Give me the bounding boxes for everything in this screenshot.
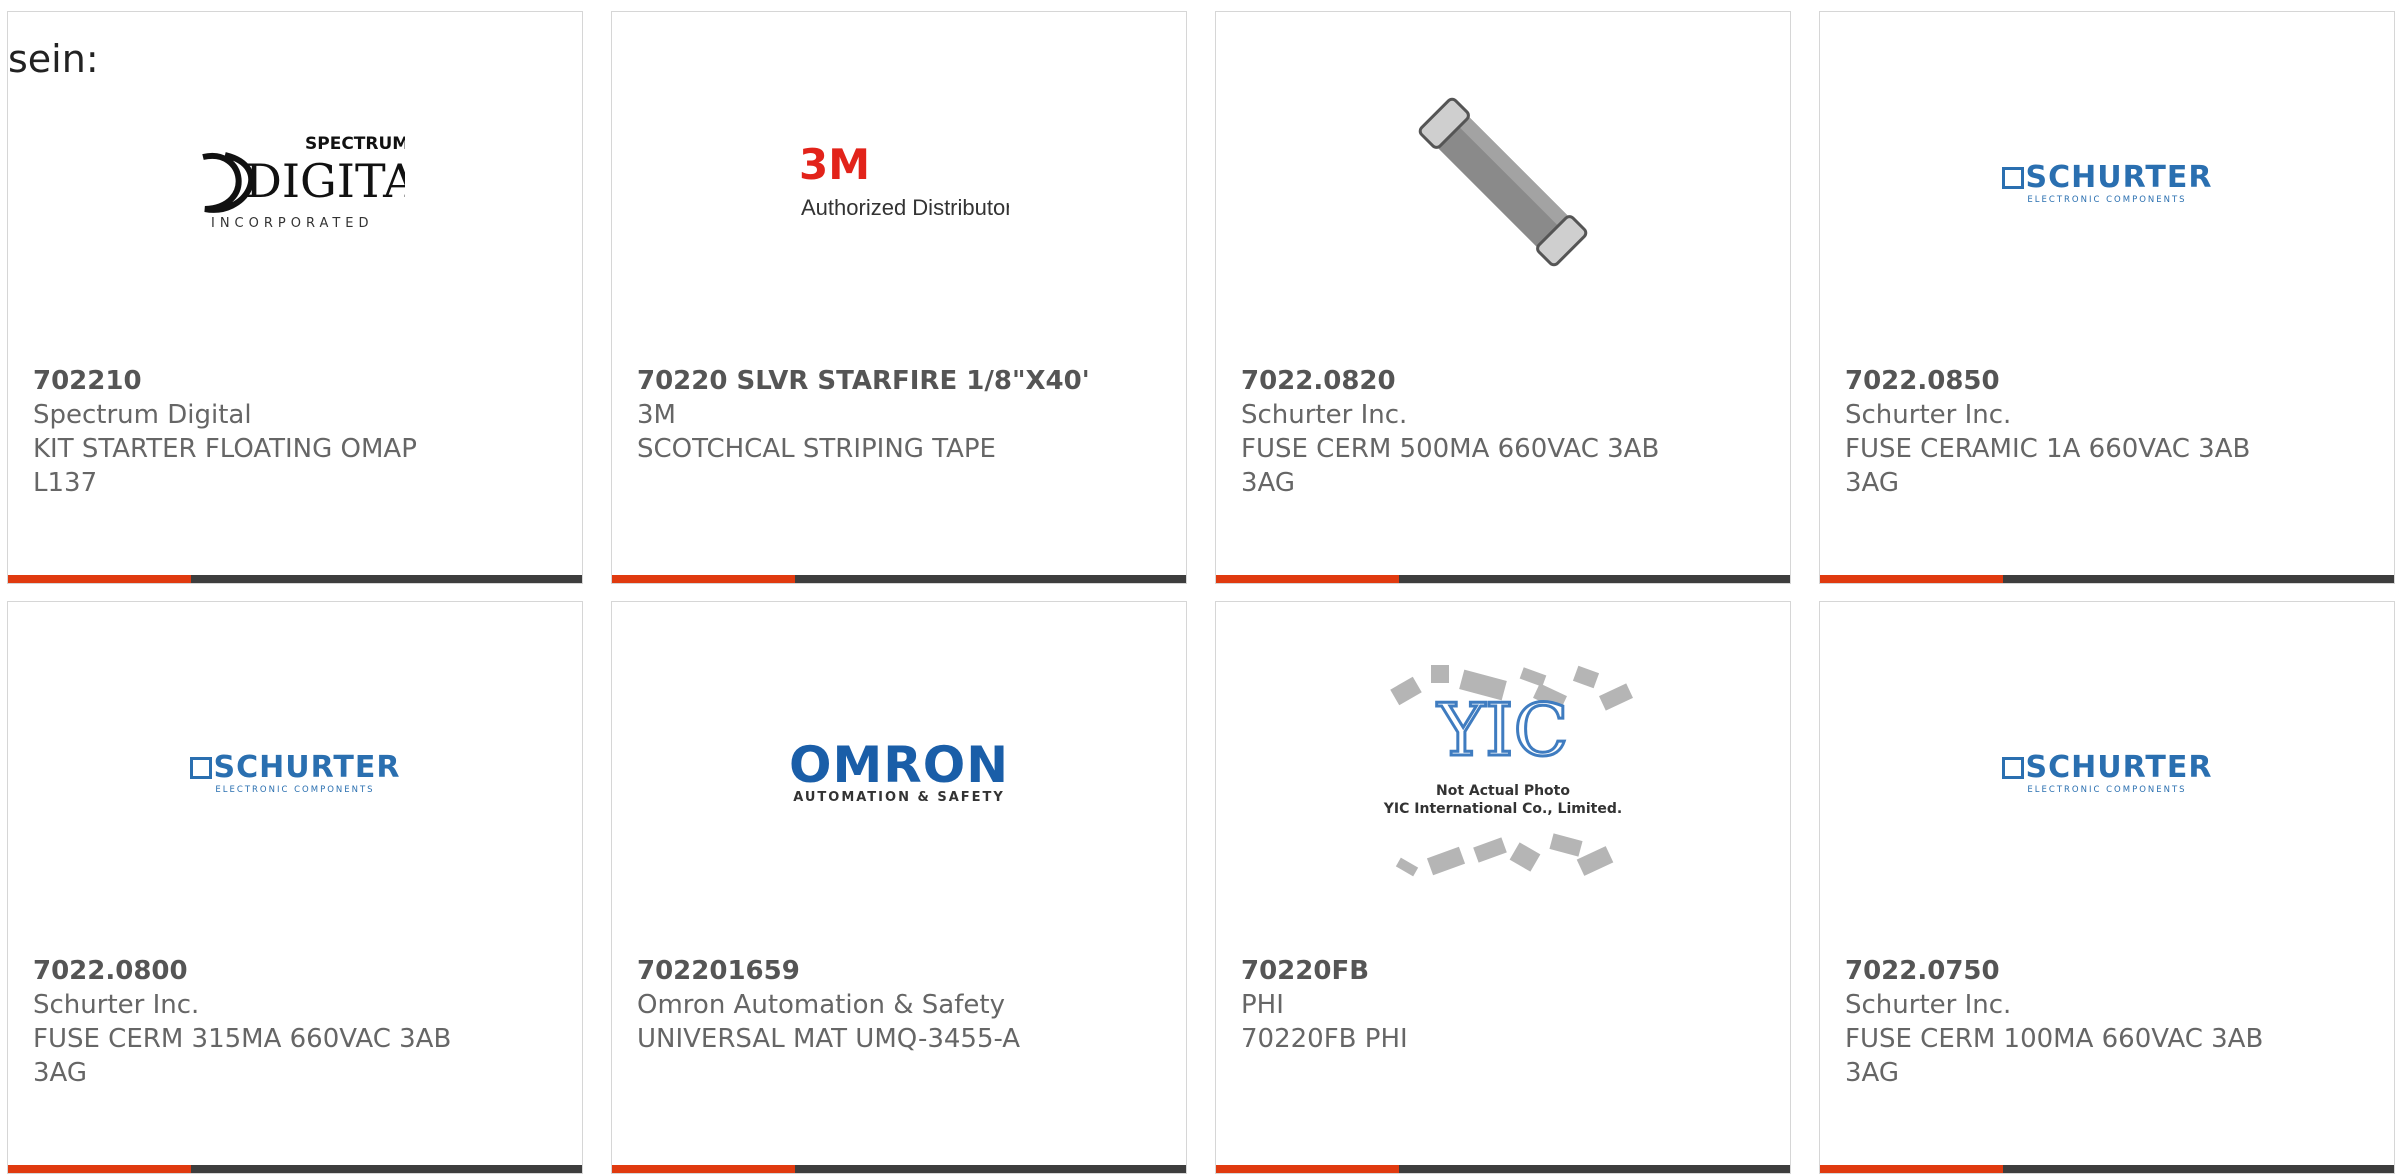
manufacturer: Spectrum Digital bbox=[33, 400, 252, 430]
manufacturer: Schurter Inc. bbox=[1241, 400, 1408, 430]
manufacturer: Omron Automation & Safety bbox=[637, 990, 1005, 1020]
card-accent-bar bbox=[1216, 575, 1790, 583]
product-card[interactable]: SCHURTER ELECTRONIC COMPONENTS 7022.0800… bbox=[7, 601, 583, 1174]
description: FUSE CERM 315MA 660VAC 3AB bbox=[33, 1024, 452, 1054]
product-image[interactable]: OMRON AUTOMATION & SAFETY bbox=[612, 642, 1186, 902]
description-cont: 3AG bbox=[1845, 1058, 1900, 1088]
product-image[interactable]: SCHURTER ELECTRONIC COMPONENTS bbox=[1820, 52, 2394, 312]
card-accent-bar bbox=[1820, 1165, 2394, 1173]
description: FUSE CERM 100MA 660VAC 3AB bbox=[1845, 1024, 2264, 1054]
product-image[interactable]: SPECTRUM DIGITAL INCORPORATED bbox=[8, 52, 582, 312]
card-accent-bar bbox=[612, 575, 1186, 583]
schurter-logo: SCHURTER ELECTRONIC COMPONENTS bbox=[189, 750, 401, 795]
part-number[interactable]: 702201659 bbox=[637, 954, 1166, 988]
product-image[interactable]: 3M Authorized Distributor bbox=[612, 52, 1186, 312]
description: 70220FB PHI bbox=[1241, 1024, 1408, 1054]
card-accent-bar bbox=[8, 575, 582, 583]
svg-text:YIC International Co., Limited: YIC International Co., Limited. bbox=[1383, 801, 1622, 817]
3m-logo: 3M Authorized Distributor bbox=[799, 140, 1009, 220]
product-image[interactable]: SCHURTER ELECTRONIC COMPONENTS bbox=[1820, 642, 2394, 902]
description-cont: L137 bbox=[33, 468, 98, 498]
intro-text: sein: bbox=[8, 37, 99, 81]
product-card[interactable]: YIC Not Actual Photo YIC International C… bbox=[1215, 601, 1791, 1174]
schurter-logo: SCHURTER ELECTRONIC COMPONENTS bbox=[2001, 160, 2213, 205]
svg-text:3M: 3M bbox=[799, 140, 870, 189]
manufacturer: Schurter Inc. bbox=[1845, 990, 2012, 1020]
product-card[interactable]: SCHURTER ELECTRONIC COMPONENTS 7022.0850… bbox=[1819, 11, 2395, 584]
card-accent-bar bbox=[1820, 575, 2394, 583]
product-card[interactable]: SPECTRUM DIGITAL INCORPORATED 702210 Spe… bbox=[7, 11, 583, 584]
description: UNIVERSAL MAT UMQ-3455-A bbox=[637, 1024, 1021, 1054]
card-accent-bar bbox=[1216, 1165, 1790, 1173]
description-cont: 3AG bbox=[1845, 468, 1900, 498]
product-image[interactable]: SCHURTER ELECTRONIC COMPONENTS bbox=[8, 642, 582, 902]
fuse-photo bbox=[1418, 97, 1588, 267]
manufacturer: PHI bbox=[1241, 990, 1284, 1020]
part-number[interactable]: 7022.0800 bbox=[33, 954, 562, 988]
omron-logo: OMRON AUTOMATION & SAFETY bbox=[788, 735, 1010, 805]
description-cont: 3AG bbox=[33, 1058, 88, 1088]
svg-text:SPECTRUM: SPECTRUM bbox=[305, 134, 405, 154]
part-number[interactable]: 7022.0820 bbox=[1241, 364, 1770, 398]
description: FUSE CERAMIC 1A 660VAC 3AB bbox=[1845, 434, 2251, 464]
svg-text:INCORPORATED: INCORPORATED bbox=[211, 216, 374, 231]
description: KIT STARTER FLOATING OMAP bbox=[33, 434, 417, 464]
svg-text:Authorized Distributor: Authorized Distributor bbox=[801, 195, 1009, 220]
product-card[interactable]: SCHURTER ELECTRONIC COMPONENTS 7022.0750… bbox=[1819, 601, 2395, 1174]
product-card[interactable]: 7022.0820 Schurter Inc. FUSE CERM 500MA … bbox=[1215, 11, 1791, 584]
svg-text:YIC: YIC bbox=[1436, 688, 1568, 772]
part-number[interactable]: 70220 SLVR STARFIRE 1/8"X40' bbox=[637, 364, 1166, 398]
part-number[interactable]: 7022.0850 bbox=[1845, 364, 2374, 398]
product-image[interactable] bbox=[1216, 52, 1790, 312]
svg-text:DIGITAL: DIGITAL bbox=[245, 154, 405, 208]
svg-text:Not Actual Photo: Not Actual Photo bbox=[1436, 783, 1570, 799]
product-card[interactable]: OMRON AUTOMATION & SAFETY 702201659 Omro… bbox=[611, 601, 1187, 1174]
manufacturer: Schurter Inc. bbox=[1845, 400, 2012, 430]
yic-placeholder: YIC Not Actual Photo YIC International C… bbox=[1383, 665, 1633, 877]
description-cont: 3AG bbox=[1241, 468, 1296, 498]
spectrum-digital-logo: SPECTRUM DIGITAL INCORPORATED bbox=[202, 134, 405, 231]
part-number[interactable]: 7022.0750 bbox=[1845, 954, 2374, 988]
schurter-logo: SCHURTER ELECTRONIC COMPONENTS bbox=[2001, 750, 2213, 795]
manufacturer: Schurter Inc. bbox=[33, 990, 200, 1020]
part-number[interactable]: 70220FB bbox=[1241, 954, 1770, 988]
manufacturer: 3M bbox=[637, 400, 676, 430]
card-accent-bar bbox=[612, 1165, 1186, 1173]
card-accent-bar bbox=[8, 1165, 582, 1173]
product-image[interactable]: YIC Not Actual Photo YIC International C… bbox=[1216, 642, 1790, 902]
description: SCOTCHCAL STRIPING TAPE bbox=[637, 434, 996, 464]
part-number[interactable]: 702210 bbox=[33, 364, 562, 398]
product-card[interactable]: 3M Authorized Distributor 70220 SLVR STA… bbox=[611, 11, 1187, 584]
description: FUSE CERM 500MA 660VAC 3AB bbox=[1241, 434, 1660, 464]
